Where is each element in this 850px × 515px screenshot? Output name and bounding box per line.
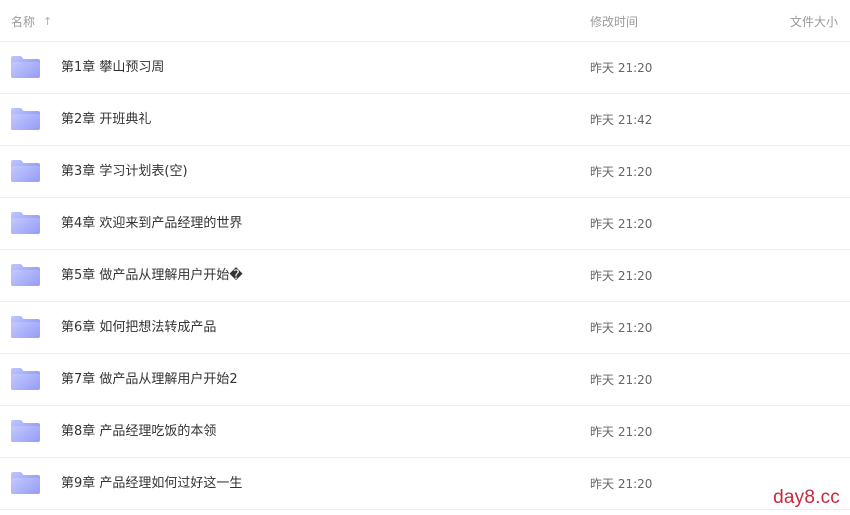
file-modified-time: 昨天 21:20 <box>590 425 653 439</box>
file-row[interactable]: 第6章 如何把想法转成产品 昨天 21:20 <box>0 302 850 354</box>
file-row[interactable]: 第4章 欢迎来到产品经理的世界 昨天 21:20 <box>0 198 850 250</box>
modified-time-column-header[interactable]: 修改时间 <box>590 13 638 30</box>
file-modified-time: 昨天 21:20 <box>590 373 653 387</box>
folder-icon <box>11 264 40 286</box>
folder-icon <box>11 472 40 494</box>
file-modified-time: 昨天 21:42 <box>590 113 653 127</box>
file-list-header: 名称 ↑ 修改时间 文件大小 <box>0 0 850 42</box>
file-name[interactable]: 第3章 学习计划表(空) <box>61 146 188 198</box>
file-row[interactable]: 第2章 开班典礼 昨天 21:42 <box>0 94 850 146</box>
file-name[interactable]: 第2章 开班典礼 <box>61 94 151 146</box>
folder-icon <box>11 212 40 234</box>
file-size-column-header[interactable]: 文件大小 <box>790 13 838 30</box>
file-name[interactable]: 第4章 欢迎来到产品经理的世界 <box>61 198 242 250</box>
file-name[interactable]: 第5章 做产品从理解用户开始� <box>61 250 243 302</box>
sort-ascending-icon[interactable]: ↑ <box>43 16 52 27</box>
folder-icon <box>11 316 40 338</box>
file-row[interactable]: 第9章 产品经理如何过好这一生 昨天 21:20 <box>0 458 850 510</box>
file-name[interactable]: 第6章 如何把想法转成产品 <box>61 302 216 354</box>
folder-icon <box>11 108 40 130</box>
file-modified-time: 昨天 21:20 <box>590 321 653 335</box>
file-modified-time: 昨天 21:20 <box>590 477 653 491</box>
file-modified-time: 昨天 21:20 <box>590 269 653 283</box>
file-row[interactable]: 第5章 做产品从理解用户开始� 昨天 21:20 <box>0 250 850 302</box>
file-modified-time: 昨天 21:20 <box>590 165 653 179</box>
file-modified-time: 昨天 21:20 <box>590 61 653 75</box>
folder-icon <box>11 368 40 390</box>
file-name[interactable]: 第8章 产品经理吃饭的本领 <box>61 406 216 458</box>
file-modified-time: 昨天 21:20 <box>590 217 653 231</box>
file-row[interactable]: 第8章 产品经理吃饭的本领 昨天 21:20 <box>0 406 850 458</box>
file-name[interactable]: 第9章 产品经理如何过好这一生 <box>61 458 242 510</box>
file-row[interactable]: 第7章 做产品从理解用户开始2 昨天 21:20 <box>0 354 850 406</box>
folder-icon <box>11 420 40 442</box>
file-name[interactable]: 第1章 攀山预习周 <box>61 42 164 94</box>
file-name[interactable]: 第7章 做产品从理解用户开始2 <box>61 354 238 406</box>
file-row[interactable]: 第1章 攀山预习周 昨天 21:20 <box>0 42 850 94</box>
file-row[interactable]: 第3章 学习计划表(空) 昨天 21:20 <box>0 146 850 198</box>
sort-by-name-header[interactable]: 名称 ↑ <box>11 13 52 30</box>
name-column-label: 名称 <box>11 15 36 29</box>
folder-icon <box>11 160 40 182</box>
folder-icon <box>11 56 40 78</box>
watermark: day8.cc <box>773 487 840 508</box>
